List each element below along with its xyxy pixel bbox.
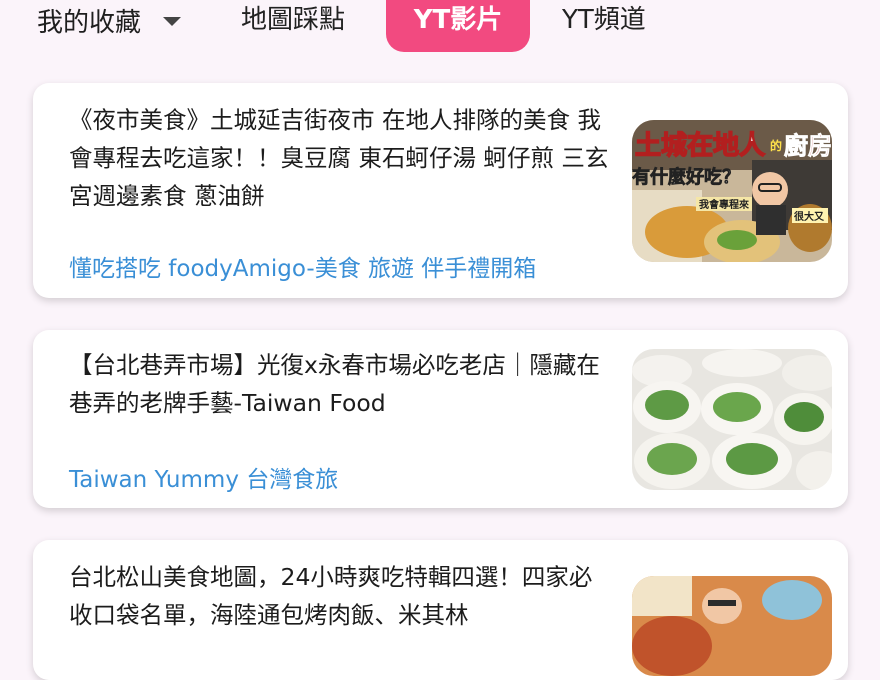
- video-card[interactable]: 台北松山美食地圖，24小時爽吃特輯四選！四家必收口袋名單，海陸通包烤肉飯、米其林: [33, 540, 848, 680]
- top-tab-bar: 我的收藏 地圖踩點 YT影片 YT頻道: [0, 0, 880, 58]
- tab-yt-videos[interactable]: YT影片: [386, 0, 530, 52]
- favorites-label: 我的收藏: [37, 7, 142, 38]
- tab-yt-channels[interactable]: YT頻道: [562, 0, 646, 40]
- thumb-text-line2: 有什麼好吃？: [632, 166, 740, 188]
- channel-link[interactable]: 懂吃搭吃 foodyAmigo-美食 旅遊 伴手禮開箱: [69, 249, 536, 283]
- video-thumbnail[interactable]: 土城在地人 的 廚房 有什麼好吃？ 我會專程來 很大又: [632, 120, 832, 262]
- video-title: 【台北巷弄市場】光復x永春市場必吃老店｜隱藏在巷弄的老牌手藝-Taiwan Fo…: [69, 351, 600, 417]
- video-thumbnail[interactable]: [632, 576, 832, 676]
- video-card[interactable]: 《夜市美食》土城延吉街夜市 在地人排隊的美食 我會專程去吃這家！！臭豆腐 東石蚵…: [33, 83, 848, 298]
- tab-map[interactable]: 地圖踩點: [241, 0, 345, 40]
- video-title: 台北松山美食地圖，24小時爽吃特輯四選！四家必收口袋名單，海陸通包烤肉飯、米其林: [69, 563, 593, 629]
- thumb-text-line1b: 廚房: [784, 132, 832, 160]
- thumb-text-tag1: 我會專程來: [699, 198, 749, 211]
- channel-link[interactable]: Taiwan Yummy 台灣食旅: [69, 460, 338, 494]
- thumb-text-line1: 土城在地人: [635, 131, 765, 161]
- video-card[interactable]: 【台北巷弄市場】光復x永春市場必吃老店｜隱藏在巷弄的老牌手藝-Taiwan Fo…: [33, 330, 848, 508]
- video-thumbnail[interactable]: [632, 349, 832, 490]
- thumb-text-tag2: 很大又: [793, 210, 825, 223]
- thumb-text-small: 的: [770, 138, 782, 153]
- chevron-down-icon: [163, 16, 182, 26]
- video-title: 《夜市美食》土城延吉街夜市 在地人排隊的美食 我會專程去吃這家！！臭豆腐 東石蚵…: [69, 106, 609, 210]
- favorites-dropdown[interactable]: 我的收藏: [37, 0, 182, 40]
